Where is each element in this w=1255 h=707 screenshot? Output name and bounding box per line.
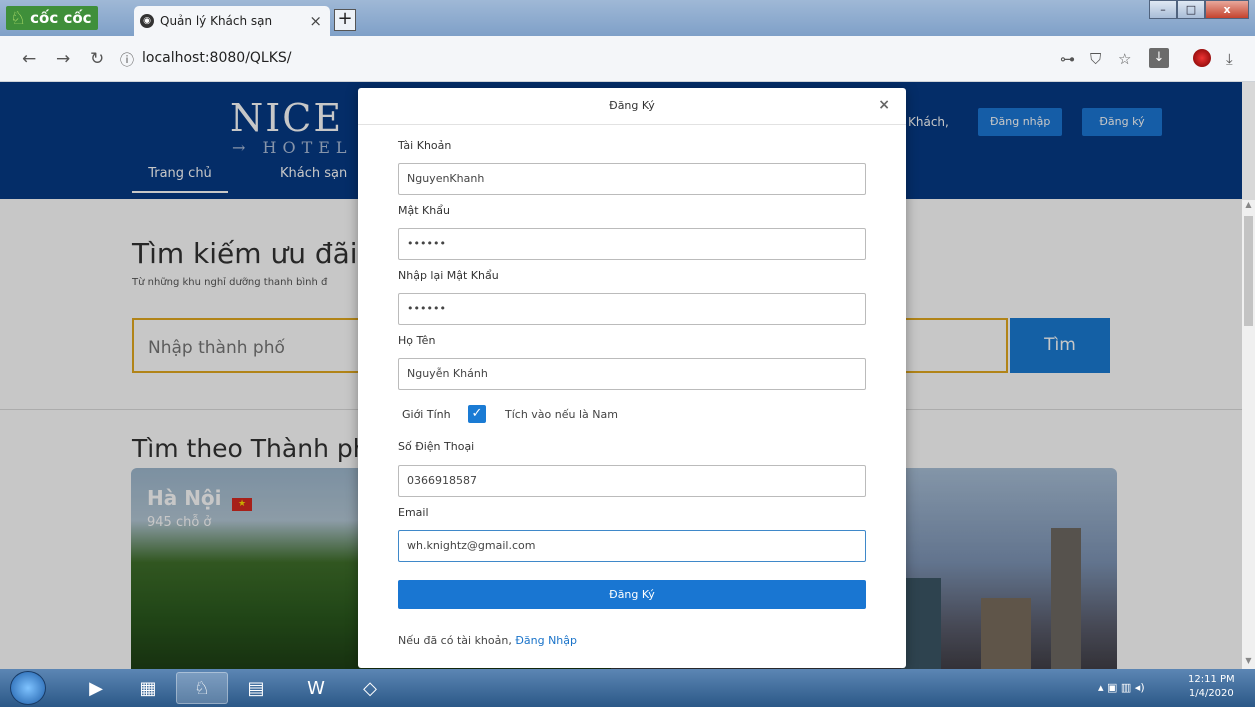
email-label: Email: [398, 506, 429, 519]
reload-icon[interactable]: ↻: [90, 49, 104, 69]
window-close-button[interactable]: x: [1205, 0, 1249, 19]
scrollbar-thumb[interactable]: [1244, 216, 1253, 326]
web-page: NICE I → HOTEL ( Khách, Đăng nhập Đăng k…: [0, 82, 1242, 669]
brand-label: cốc cốc: [30, 9, 92, 27]
star-icon[interactable]: ☆: [1118, 50, 1131, 68]
confirm-password-field[interactable]: ••••••: [398, 293, 866, 325]
tab-close-button[interactable]: ×: [309, 12, 322, 30]
phone-field[interactable]: 0366918587: [398, 465, 866, 497]
modal-close-button[interactable]: ×: [878, 97, 890, 113]
word-icon[interactable]: W: [290, 672, 342, 704]
start-button[interactable]: [10, 671, 46, 705]
forward-icon[interactable]: →: [56, 49, 70, 69]
taskbar-clock[interactable]: 12:11 PM 1/4/2020: [1188, 673, 1235, 701]
confirm-password-label: Nhập lại Mật Khẩu: [398, 269, 499, 282]
tab-title: Quản lý Khách sạn: [160, 14, 273, 28]
gender-checkbox[interactable]: ✓: [468, 405, 486, 423]
maximize-button[interactable]: □: [1177, 0, 1205, 19]
shield-icon[interactable]: ⛉: [1090, 50, 1101, 68]
fullname-field[interactable]: Nguyễn Khánh: [398, 358, 866, 390]
system-tray[interactable]: ▴ ▣ ▥ ◂): [1098, 681, 1145, 694]
download-icon[interactable]: ↓: [1149, 48, 1169, 68]
coccoc-taskbar-icon[interactable]: ♘: [176, 672, 228, 704]
minimize-button[interactable]: –: [1149, 0, 1177, 19]
password-label: Mật Khẩu: [398, 204, 450, 217]
browser-brand[interactable]: ♘ cốc cốc: [6, 6, 98, 30]
remote-app-icon[interactable]: ▦: [122, 672, 174, 704]
clock-time: 12:11 PM: [1188, 674, 1235, 685]
back-icon[interactable]: ←: [22, 49, 36, 69]
gender-hint: Tích vào nếu là Nam: [505, 408, 618, 421]
submit-register-button[interactable]: Đăng Ký: [398, 580, 866, 609]
login-prompt: Nếu đã có tài khoản, Đăng Nhập: [398, 634, 577, 647]
browser-tab[interactable]: ◉ Quản lý Khách sạn ×: [134, 6, 330, 36]
download-arrow-icon[interactable]: ⤓: [1226, 50, 1233, 68]
windows-taskbar: ▶ ▦ ♘ ▤ W ◇ ▴ ▣ ▥ ◂) 12:11 PM 1/4/2020: [0, 669, 1255, 707]
url-text[interactable]: localhost:8080/QLKS/: [142, 50, 292, 66]
gender-label: Giới Tính: [402, 408, 451, 421]
address-bar: ← → ↻ ⓘ localhost:8080/QLKS/ ⊶ ⛉ ☆ ↓ ⤓: [0, 36, 1255, 82]
scroll-down-arrow-icon[interactable]: ▼: [1242, 656, 1255, 669]
scroll-up-arrow-icon[interactable]: ▲: [1242, 200, 1255, 213]
new-tab-button[interactable]: +: [334, 9, 356, 31]
browser-tab-bar: ♘ cốc cốc ◉ Quản lý Khách sạn × + – □ x: [0, 0, 1255, 36]
email-field[interactable]: wh.knightz@gmail.com: [398, 530, 866, 562]
file-explorer-icon[interactable]: ▤: [230, 672, 282, 704]
avatar-icon[interactable]: [1193, 49, 1211, 67]
modal-header: Đăng Ký ×: [358, 88, 906, 125]
clock-date: 1/4/2020: [1188, 688, 1234, 699]
register-modal: Đăng Ký × Tài Khoản NguyenKhanh Mật Khẩu…: [358, 88, 906, 668]
window-controls: – □ x: [1149, 0, 1249, 19]
username-field[interactable]: NguyenKhanh: [398, 163, 866, 195]
login-prompt-text: Nếu đã có tài khoản,: [398, 634, 512, 647]
virtualbox-icon[interactable]: ◇: [344, 672, 396, 704]
phone-label: Số Điện Thoại: [398, 440, 475, 453]
login-link[interactable]: Đăng Nhập: [515, 634, 577, 647]
modal-title: Đăng Ký: [609, 99, 655, 112]
favicon-icon: ◉: [140, 14, 154, 28]
fullname-label: Họ Tên: [398, 334, 436, 347]
key-icon[interactable]: ⊶: [1060, 50, 1075, 68]
username-label: Tài Khoản: [398, 139, 452, 152]
password-field[interactable]: ••••••: [398, 228, 866, 260]
coccoc-logo-icon: ♘: [10, 7, 27, 29]
site-info-icon[interactable]: ⓘ: [120, 50, 134, 70]
media-player-icon[interactable]: ▶: [70, 672, 122, 704]
